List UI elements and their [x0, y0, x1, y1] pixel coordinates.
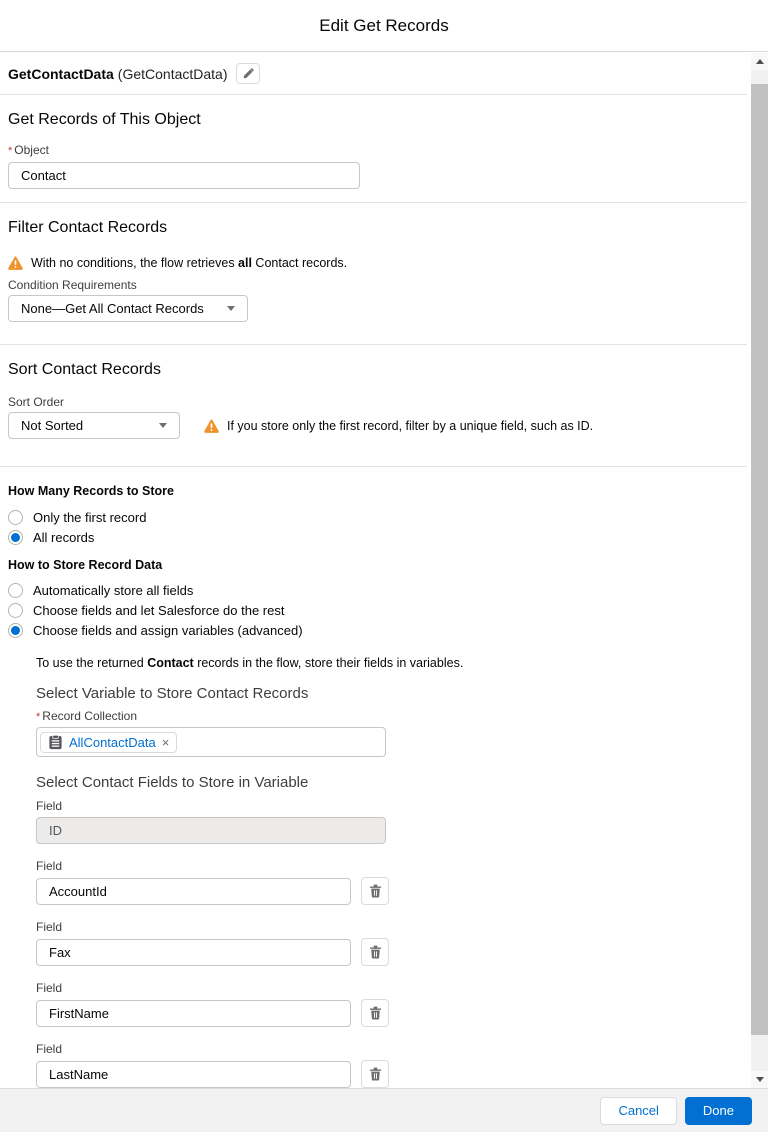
- how-many-records-label: How Many Records to Store: [8, 484, 739, 499]
- how-to-store-label: How to Store Record Data: [8, 558, 739, 573]
- delete-field-button[interactable]: [361, 999, 389, 1027]
- field-input[interactable]: [36, 1061, 351, 1088]
- section-store: How Many Records to Store Only the first…: [0, 484, 747, 1088]
- element-label: GetContactData: [8, 66, 114, 82]
- scroll-up-button[interactable]: [751, 53, 768, 70]
- delete-field-button[interactable]: [361, 1060, 389, 1088]
- condition-requirements-value: None—Get All Contact Records: [21, 301, 204, 316]
- pencil-icon: [242, 68, 254, 80]
- radio-choose-fields-advanced[interactable]: Choose fields and assign variables (adva…: [8, 620, 739, 640]
- edit-get-records-modal: Edit Get Records GetContactData (GetCont…: [0, 0, 768, 1132]
- required-asterisk: *: [36, 711, 40, 723]
- record-collection-icon: [48, 735, 63, 750]
- field-group: Field: [36, 920, 739, 966]
- element-name-row: GetContactData (GetContactData): [0, 53, 747, 95]
- required-asterisk: *: [8, 145, 12, 157]
- field-label: Field: [36, 1042, 739, 1056]
- section-filter: Filter Contact Records With no condition…: [0, 218, 747, 345]
- vertical-scrollbar[interactable]: [751, 53, 768, 1088]
- radio-all-records[interactable]: All records: [8, 527, 739, 547]
- trash-icon: [369, 945, 382, 959]
- advanced-store-block: To use the returned Contact records in t…: [36, 656, 739, 1088]
- scrollbar-thumb[interactable]: [751, 84, 768, 1035]
- select-fields-heading: Select Contact Fields to Store in Variab…: [36, 774, 739, 792]
- modal-footer: Cancel Done: [0, 1088, 768, 1132]
- radio-icon: [8, 603, 23, 618]
- field-label: Field: [36, 981, 739, 995]
- modal-body: GetContactData (GetContactData) Get Reco…: [0, 53, 747, 1088]
- delete-field-button[interactable]: [361, 938, 389, 966]
- trash-icon: [369, 884, 382, 898]
- select-variable-heading: Select Variable to Store Contact Records: [36, 685, 739, 703]
- triangle-down-icon: [756, 1077, 764, 1082]
- warning-icon: [8, 256, 23, 270]
- record-collection-pill[interactable]: AllContactData ×: [40, 732, 177, 753]
- condition-requirements-label: Condition Requirements: [8, 278, 739, 292]
- close-icon[interactable]: ×: [162, 736, 170, 749]
- field-label: Field: [36, 920, 739, 934]
- done-button[interactable]: Done: [685, 1097, 752, 1125]
- store-intro-text: To use the returned Contact records in t…: [36, 656, 739, 670]
- filter-warning: With no conditions, the flow retrieves a…: [8, 256, 739, 270]
- field-input[interactable]: [36, 1000, 351, 1027]
- field-label: Field: [36, 859, 739, 873]
- sort-warning-text: If you store only the first record, filt…: [227, 419, 593, 433]
- record-collection-label: *Record Collection: [36, 709, 739, 724]
- object-input[interactable]: [8, 162, 360, 189]
- field-group-id: Field: [36, 799, 739, 844]
- page-title: Edit Get Records: [319, 16, 448, 36]
- radio-icon: [8, 583, 23, 598]
- radio-selected-icon: [8, 530, 23, 545]
- radio-automatically-store[interactable]: Automatically store all fields: [8, 580, 739, 600]
- field-group: Field: [36, 859, 739, 905]
- field-input[interactable]: [36, 939, 351, 966]
- modal-header: Edit Get Records: [0, 0, 768, 52]
- sort-warning: If you store only the first record, filt…: [204, 419, 593, 433]
- record-collection-value: AllContactData: [69, 735, 156, 750]
- element-api-name: (GetContactData): [118, 66, 228, 82]
- field-group: Field: [36, 1042, 739, 1088]
- trash-icon: [369, 1067, 382, 1081]
- delete-field-button[interactable]: [361, 877, 389, 905]
- chevron-down-icon: [159, 423, 167, 428]
- field-group: Field: [36, 981, 739, 1027]
- radio-only-first-record[interactable]: Only the first record: [8, 507, 739, 527]
- trash-icon: [369, 1006, 382, 1020]
- sort-order-value: Not Sorted: [21, 418, 83, 433]
- sort-order-label: Sort Order: [8, 395, 739, 409]
- section-object: Get Records of This Object *Object: [0, 110, 747, 203]
- scroll-down-button[interactable]: [751, 1071, 768, 1088]
- radio-selected-icon: [8, 623, 23, 638]
- field-label: Field: [36, 799, 739, 813]
- field-input[interactable]: [36, 878, 351, 905]
- cancel-button[interactable]: Cancel: [600, 1097, 676, 1125]
- sort-order-select[interactable]: Not Sorted: [8, 412, 180, 439]
- triangle-up-icon: [756, 59, 764, 64]
- filter-warning-text: With no conditions, the flow retrieves a…: [31, 256, 347, 270]
- chevron-down-icon: [227, 306, 235, 311]
- radio-icon: [8, 510, 23, 525]
- object-field-label: *Object: [8, 143, 739, 158]
- radio-choose-fields-salesforce[interactable]: Choose fields and let Salesforce do the …: [8, 600, 739, 620]
- edit-name-button[interactable]: [236, 63, 260, 84]
- condition-requirements-select[interactable]: None—Get All Contact Records: [8, 295, 248, 322]
- field-input-id: [36, 817, 386, 844]
- record-collection-combobox[interactable]: AllContactData ×: [36, 727, 386, 757]
- section-sort: Sort Contact Records Sort Order Not Sort…: [0, 360, 747, 467]
- section-sort-heading: Sort Contact Records: [8, 360, 739, 379]
- section-object-heading: Get Records of This Object: [8, 110, 739, 129]
- section-filter-heading: Filter Contact Records: [8, 218, 739, 237]
- warning-icon: [204, 419, 219, 433]
